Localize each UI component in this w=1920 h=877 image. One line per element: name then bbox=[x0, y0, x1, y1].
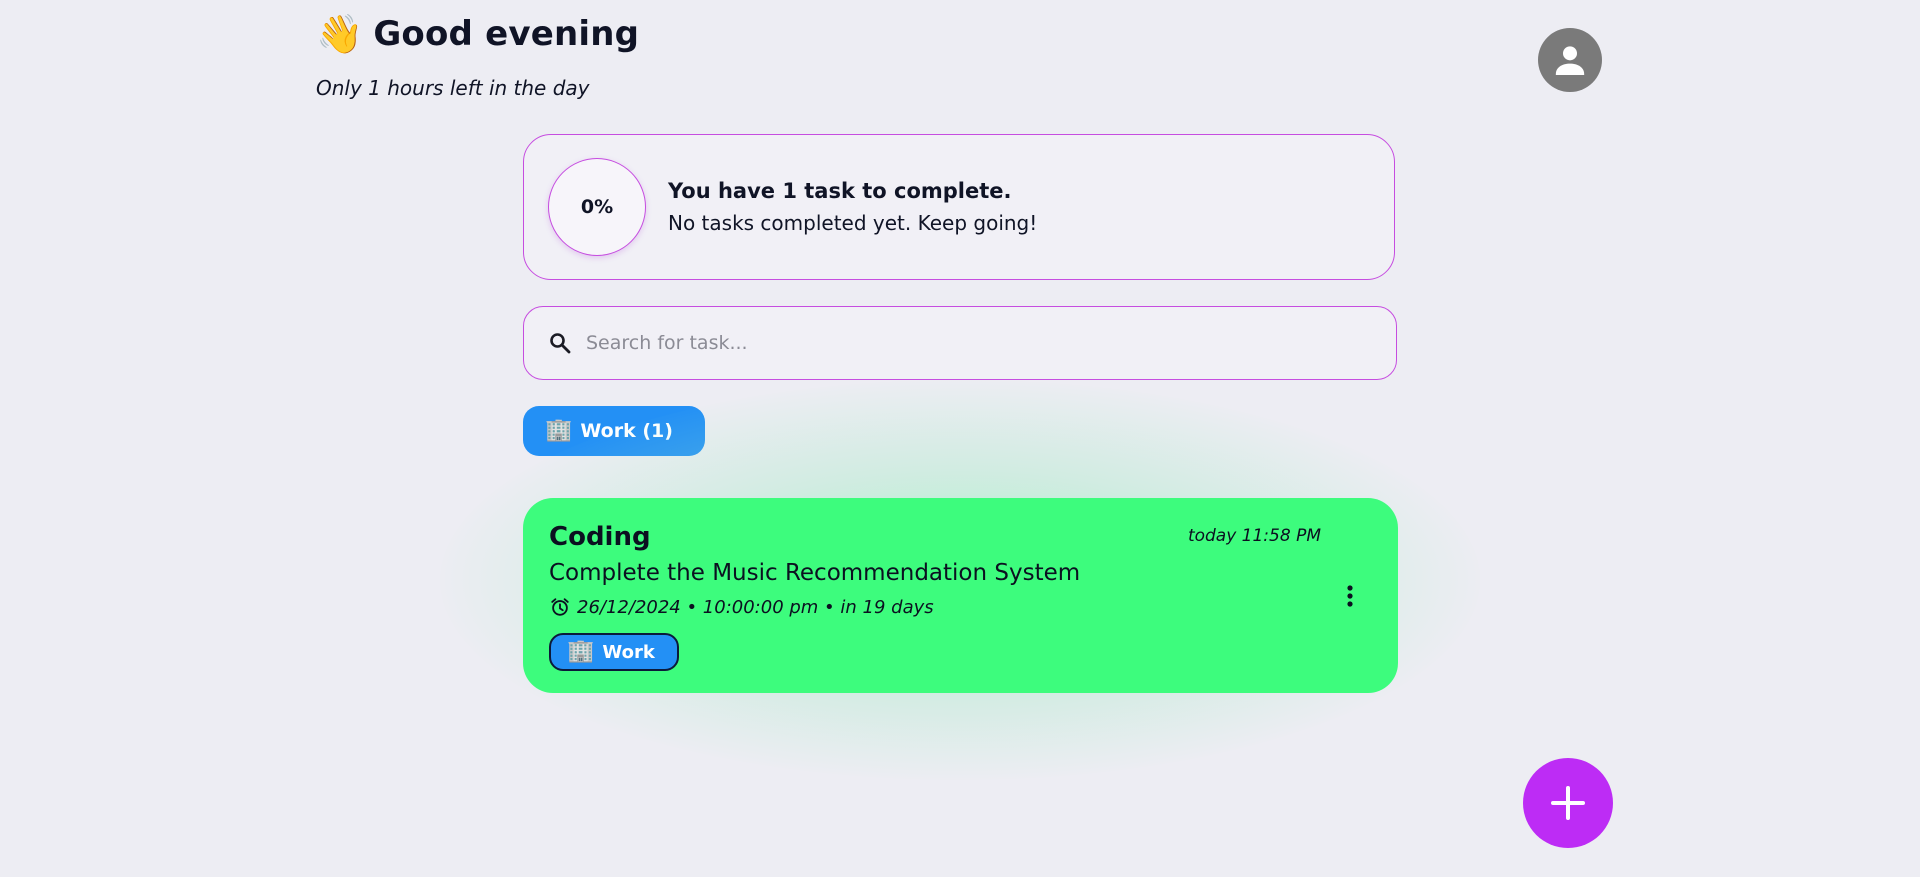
task-created-time: today 11:58 PM bbox=[1187, 526, 1321, 546]
user-icon bbox=[1555, 46, 1585, 75]
alarm-clock-icon bbox=[551, 598, 569, 616]
task-due-date: 26/12/2024 • 10:00:00 pm • in 19 days bbox=[549, 596, 934, 618]
greeting-header: 👋 Good evening bbox=[316, 14, 639, 54]
plus-icon bbox=[1551, 786, 1585, 820]
task-title: Coding bbox=[549, 522, 651, 552]
office-building-icon: 🏢 bbox=[567, 639, 595, 664]
add-task-button[interactable] bbox=[1523, 758, 1613, 848]
task-category-tag[interactable]: 🏢 Work bbox=[549, 633, 679, 671]
search-icon bbox=[546, 329, 574, 357]
greeting-title: Good evening bbox=[373, 14, 640, 54]
task-card[interactable]: Coding today 11:58 PM Complete the Music… bbox=[523, 498, 1398, 693]
progress-text: You have 1 task to complete. No tasks co… bbox=[668, 179, 1037, 235]
office-building-icon: 🏢 bbox=[545, 418, 573, 443]
waving-hand-icon: 👋 bbox=[316, 12, 364, 56]
progress-card: 0% You have 1 task to complete. No tasks… bbox=[523, 134, 1395, 280]
search-bar[interactable] bbox=[523, 306, 1397, 380]
time-left-subtitle: Only 1 hours left in the day bbox=[316, 76, 590, 100]
search-input[interactable] bbox=[584, 331, 1348, 355]
task-description: Complete the Music Recommendation System bbox=[549, 560, 1081, 586]
progress-message: No tasks completed yet. Keep going! bbox=[668, 211, 1038, 235]
more-vertical-icon bbox=[1347, 585, 1353, 607]
task-category-label: Work bbox=[602, 641, 655, 663]
app-page: 👋 Good evening Only 1 hours left in the … bbox=[0, 0, 1920, 877]
progress-percent: 0% bbox=[580, 196, 614, 218]
task-more-button[interactable] bbox=[1340, 582, 1360, 610]
tasks-remaining-headline: You have 1 task to complete. bbox=[668, 179, 1012, 203]
progress-ring: 0% bbox=[548, 158, 646, 256]
task-due-text: 26/12/2024 • 10:00:00 pm • in 19 days bbox=[577, 596, 934, 618]
user-avatar-button[interactable] bbox=[1538, 28, 1602, 92]
